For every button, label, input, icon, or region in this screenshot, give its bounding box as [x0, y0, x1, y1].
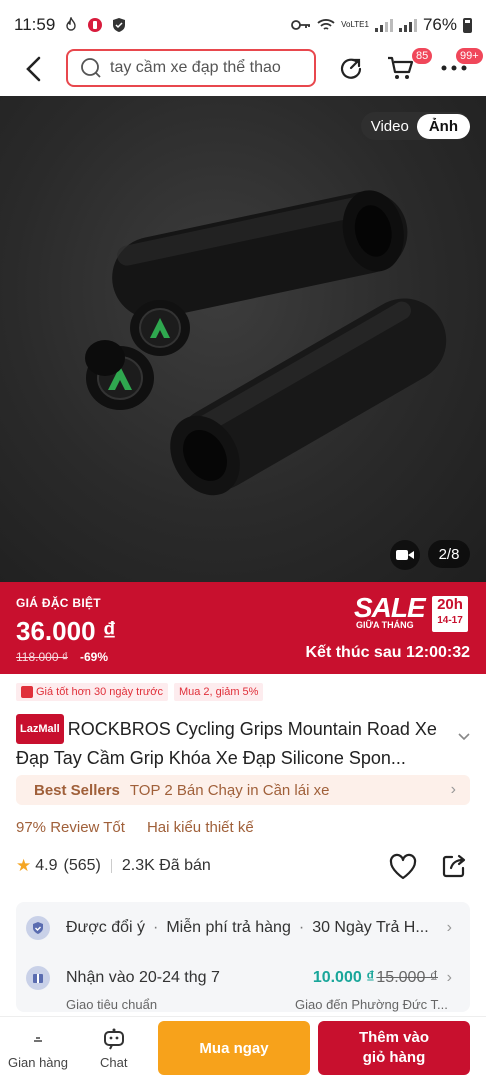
status-time: 11:59 [14, 15, 56, 34]
search-query: tay cầm xe đạp thể thao [110, 59, 281, 76]
share-refresh-icon [340, 58, 362, 79]
bestseller-banner[interactable]: Best Sellers TOP 2 Bán Chạy in Cần lái x… [16, 775, 470, 805]
separator-dot: · [153, 919, 159, 936]
more-badge: 99+ [456, 48, 483, 64]
package-icon [26, 966, 50, 990]
countdown-timer: Kết thúc sau 12:00:32 [305, 644, 470, 661]
store-icon [26, 1027, 50, 1051]
bestseller-label: Best Sellers [34, 781, 120, 799]
battery-percent: 76% [422, 15, 457, 34]
buy-now-button[interactable]: Mua ngay [158, 1021, 310, 1075]
promo-tags: Giá tốt hơn 30 ngày trước Mua 2, giảm 5% [16, 683, 264, 701]
divider [110, 859, 112, 873]
promo-tag-best-price[interactable]: Giá tốt hơn 30 ngày trước [16, 683, 168, 701]
promo-tag-label: Mua 2, giảm 5% [178, 686, 259, 698]
price-banner: GIÁ ĐẶC BIỆT 36.000 ₫ 118.000 ₫ -69% SAL… [0, 582, 486, 674]
product-title: LazMall ROCKBROS Cycling Grips Mountain R… [16, 714, 456, 772]
mid-month-sale-logo: SALE GIỮA THÁNG 20h 14-17 [354, 592, 470, 634]
delivery-date: Nhận vào 20-24 thg 7 [66, 969, 220, 986]
product-image-gallery[interactable]: Video Ảnh 2/8 [0, 96, 486, 582]
current-price: 36.000 ₫ [16, 616, 117, 646]
media-toggle: Video Ảnh [360, 112, 470, 140]
signal-icon [374, 18, 393, 32]
search-icon [81, 58, 101, 78]
sale-time-box: 20h 14-17 [432, 596, 468, 632]
lazmall-badge: LazMall [16, 714, 64, 744]
signal-icon-2 [398, 18, 417, 32]
chevron-down-icon[interactable] [456, 728, 472, 744]
bottom-action-bar: Gian hàng Chat Mua ngay Thêm vào giỏ hàn… [0, 1016, 486, 1080]
tab-video[interactable]: Video [371, 118, 417, 135]
original-price: 118.000 ₫ [16, 650, 68, 664]
sold-count: 2.3K Đã bán [121, 857, 211, 874]
chevron-right-icon: › [450, 781, 456, 798]
store-button[interactable]: Gian hàng [8, 1027, 68, 1070]
status-bar: 11:59 VoLTE1 76% [0, 0, 486, 50]
promo-tag-label: Giá tốt hơn 30 ngày trước [36, 686, 163, 698]
chat-label: Chat [100, 1055, 128, 1070]
image-counter: 2/8 [428, 540, 470, 568]
shipping-price: 10.000 ₫ [312, 969, 375, 986]
app-notification-icon [88, 18, 103, 32]
search-header: tay cầm xe đạp thể thao 85 99+ [0, 44, 486, 94]
star-icon: ★ [16, 856, 32, 875]
more-icon [441, 65, 467, 71]
heart-icon[interactable] [388, 852, 418, 882]
price-tag-icon [21, 686, 33, 698]
separator-dot: · [298, 919, 305, 936]
cart-icon [388, 56, 414, 79]
sale-dates: 14-17 [437, 615, 463, 626]
return-policy-row[interactable]: Được đổi ý · Miễn phí trả hàng · 30 Ngày… [26, 916, 460, 940]
cart-button[interactable]: 85 [384, 48, 433, 84]
sale-hour: 20h [437, 596, 463, 613]
variants-label[interactable]: Hai kiểu thiết kế [147, 819, 254, 836]
wifi-icon [317, 19, 335, 30]
share-button[interactable] [334, 52, 366, 84]
product-image [85, 190, 447, 496]
store-label: Gian hàng [8, 1055, 68, 1070]
chat-icon [102, 1027, 126, 1051]
battery-icon [463, 17, 472, 33]
add-to-cart-button[interactable]: Thêm vào giỏ hàng [318, 1021, 470, 1075]
key-icon [291, 20, 311, 30]
special-price-label: GIÁ ĐẶC BIỆT [16, 596, 101, 610]
return-item-2: Miễn phí trả hàng [166, 919, 291, 936]
bestseller-rank: TOP 2 Bán Chạy in Cần lái xe [129, 781, 330, 799]
video-play-button[interactable] [390, 540, 420, 570]
tab-photo[interactable]: Ảnh [416, 113, 470, 139]
shield-icon [113, 18, 126, 32]
delivery-destination: Giao đến Phường Đức T... [295, 997, 448, 1012]
rating-value: 4.9 [35, 857, 58, 874]
return-item-1: Được đổi ý [66, 919, 145, 936]
video-camera-icon [396, 550, 414, 560]
review-good-label[interactable]: 97% Review Tốt [16, 819, 125, 836]
back-arrow-icon [26, 56, 41, 82]
rating-count: (565) [63, 857, 101, 874]
chat-button[interactable]: Chat [100, 1027, 127, 1070]
network-label: VoLTE1 [341, 20, 369, 29]
rating-row[interactable]: ★ 4.9 (565) 2.3K Đã bán [16, 856, 211, 876]
fire-icon [66, 17, 76, 31]
highlights-row: 97% Review Tốt Hai kiểu thiết kế [16, 819, 254, 836]
chevron-right-icon: › [446, 969, 452, 986]
delivery-type: Giao tiêu chuẩn [66, 997, 158, 1012]
return-item-3: 30 Ngày Trả H... [312, 919, 429, 936]
back-button[interactable] [10, 45, 58, 93]
promo-tag-buy2[interactable]: Mua 2, giảm 5% [173, 683, 264, 701]
service-card: Được đổi ý · Miễn phí trả hàng · 30 Ngày… [16, 902, 470, 1012]
more-button[interactable]: 99+ [438, 48, 483, 84]
product-title-text: ROCKBROS Cycling Grips Mountain Road Xe … [16, 719, 437, 768]
discount-percent: -69% [80, 650, 109, 664]
share-icon[interactable] [440, 852, 468, 880]
shield-check-icon [26, 916, 50, 940]
cart-badge: 85 [412, 48, 433, 64]
sale-subtitle: GIỮA THÁNG [356, 620, 414, 630]
chevron-right-icon: › [446, 919, 452, 936]
search-input[interactable]: tay cầm xe đạp thể thao [66, 49, 316, 87]
shipping-original-price: 15.000 ₫ [376, 969, 438, 986]
delivery-row[interactable]: Nhận vào 20-24 thg 7 10.000 ₫ 15.000 ₫ › [26, 966, 460, 990]
